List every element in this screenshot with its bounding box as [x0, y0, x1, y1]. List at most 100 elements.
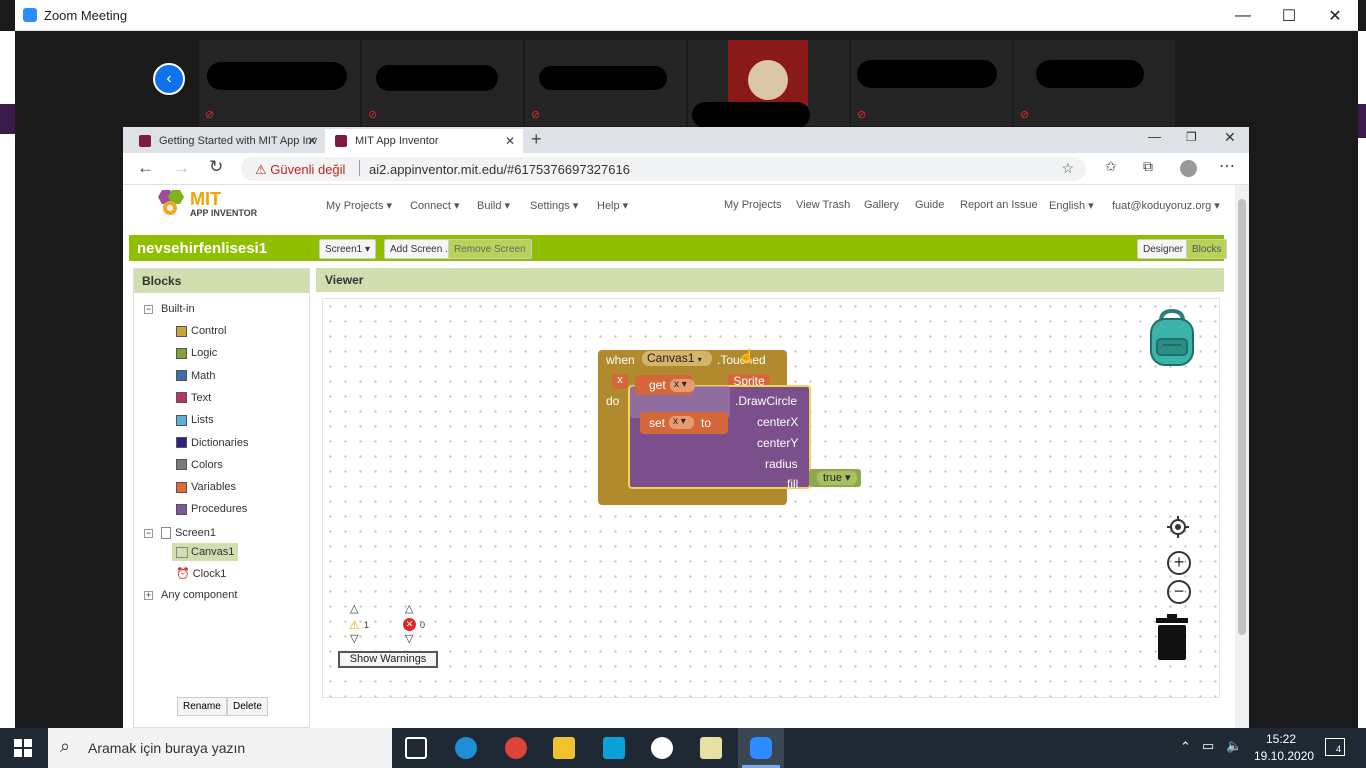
- participant-tile[interactable]: ⊘: [199, 40, 360, 126]
- remove-screen-button[interactable]: Remove Screen: [448, 239, 532, 259]
- tree-clock1[interactable]: ⏰ Clock1: [176, 567, 226, 581]
- collections-icon[interactable]: ⧉: [1143, 158, 1153, 175]
- tree-category-dictionaries[interactable]: Dictionaries: [176, 437, 248, 449]
- clock-date[interactable]: 19.10.2020: [1254, 749, 1314, 763]
- not-secure-label[interactable]: ⚠ Güvenli değil: [255, 162, 345, 178]
- favorite-star-icon[interactable]: ☆: [1061, 160, 1074, 177]
- rename-button[interactable]: Rename: [177, 697, 227, 716]
- link-report-issue[interactable]: Report an Issue: [960, 199, 1038, 211]
- show-warnings-button[interactable]: Show Warnings: [338, 651, 438, 668]
- tree-builtin[interactable]: − Built-in: [144, 303, 195, 315]
- show-hidden-icons[interactable]: ⌃: [1180, 739, 1191, 755]
- favorites-icon[interactable]: ✩: [1105, 158, 1117, 175]
- menu-account[interactable]: fuat@koduyoruz.org ▾: [1112, 199, 1220, 212]
- designer-button[interactable]: Designer: [1137, 239, 1190, 259]
- warning-up-icon[interactable]: △: [350, 602, 358, 615]
- menu-connect[interactable]: Connect ▾: [410, 199, 460, 212]
- collapse-icon[interactable]: −: [144, 528, 153, 538]
- zoom-out-icon[interactable]: −: [1167, 580, 1191, 604]
- tab-getting-started[interactable]: Getting Started with MIT App Inv ✕: [129, 129, 325, 153]
- close-icon[interactable]: ✕: [1312, 0, 1358, 31]
- back-icon[interactable]: ←: [137, 158, 154, 178]
- file-explorer-icon[interactable]: [553, 737, 575, 759]
- chrome-icon[interactable]: [505, 737, 527, 759]
- tree-category-variables[interactable]: Variables: [176, 481, 236, 493]
- blocks-button[interactable]: Blocks: [1186, 239, 1228, 259]
- restore-icon[interactable]: ❐: [1186, 130, 1197, 144]
- panda-app-icon[interactable]: [651, 737, 673, 759]
- blocks-workspace[interactable]: when Canvas1 ▾ .Touched x Sprite do .Dra…: [322, 298, 1220, 698]
- tree-category-colors[interactable]: Colors: [176, 459, 223, 471]
- delete-button[interactable]: Delete: [227, 697, 268, 716]
- menu-settings[interactable]: Settings ▾: [530, 199, 578, 212]
- url-text[interactable]: ai2.appinventor.mit.edu/#617537669732761…: [369, 162, 630, 177]
- app-c-icon[interactable]: [603, 737, 625, 759]
- collapse-icon[interactable]: −: [144, 304, 153, 314]
- edge-icon[interactable]: [455, 737, 477, 759]
- tree-category-control[interactable]: Control: [176, 325, 226, 337]
- trash-icon[interactable]: [1156, 614, 1188, 660]
- scrollbar-thumb[interactable]: [1238, 199, 1246, 635]
- true-dropdown[interactable]: true ▾: [817, 471, 857, 485]
- volume-icon[interactable]: 🔈: [1226, 738, 1242, 754]
- tree-category-text[interactable]: Text: [176, 392, 211, 404]
- set-var-dropdown[interactable]: x ▾: [669, 416, 694, 429]
- windows-start-icon[interactable]: [14, 739, 32, 757]
- tree-category-math[interactable]: Math: [176, 370, 215, 382]
- network-icon[interactable]: ▭: [1202, 738, 1214, 754]
- link-gallery[interactable]: Gallery: [864, 199, 899, 211]
- get-var-dropdown[interactable]: x ▾: [670, 379, 695, 392]
- logic-true-block[interactable]: true ▾: [809, 469, 861, 487]
- participant-tile[interactable]: ⊘: [525, 40, 686, 126]
- tree-screen1[interactable]: − Screen1: [144, 527, 216, 539]
- minimize-icon[interactable]: —: [1220, 0, 1266, 31]
- block-component-dropdown[interactable]: Canvas1 ▾: [642, 351, 712, 366]
- taskbar-search[interactable]: ⌕ Aramak için buraya yazın: [48, 728, 392, 768]
- profile-avatar[interactable]: [1180, 160, 1197, 177]
- close-icon[interactable]: ✕: [1224, 129, 1236, 146]
- warning-down-icon[interactable]: ▽: [350, 632, 358, 645]
- zoom-taskbar-button[interactable]: [738, 728, 784, 768]
- participant-tile[interactable]: ⊘: [362, 40, 523, 126]
- task-view-icon[interactable]: [405, 737, 427, 759]
- chart-app-icon[interactable]: [700, 737, 722, 759]
- backpack-icon[interactable]: [1145, 308, 1199, 367]
- param-x[interactable]: x: [612, 374, 628, 389]
- new-tab-icon[interactable]: +: [531, 129, 542, 150]
- menu-help[interactable]: Help ▾: [597, 199, 628, 212]
- menu-build[interactable]: Build ▾: [477, 199, 510, 212]
- maximize-icon[interactable]: ☐: [1266, 0, 1312, 31]
- minimize-icon[interactable]: —: [1148, 129, 1161, 144]
- page-scrollbar[interactable]: [1235, 185, 1249, 728]
- error-up-icon[interactable]: △: [405, 602, 413, 615]
- tree-canvas1[interactable]: Canvas1: [172, 543, 239, 561]
- link-guide[interactable]: Guide: [915, 199, 944, 211]
- mit-logo-icon[interactable]: [154, 190, 184, 216]
- tree-any-component[interactable]: + Any component: [144, 589, 237, 601]
- tab-close-icon[interactable]: ✕: [505, 134, 515, 148]
- error-down-icon[interactable]: ▽: [405, 632, 413, 645]
- gallery-prev-button[interactable]: ‹: [153, 63, 185, 95]
- tab-close-icon[interactable]: ✕: [307, 134, 317, 148]
- reload-icon[interactable]: ↻: [209, 157, 223, 177]
- address-bar[interactable]: ⚠ Güvenli değil ai2.appinventor.mit.edu/…: [241, 157, 1086, 181]
- menu-language[interactable]: English ▾: [1049, 199, 1094, 212]
- link-view-trash[interactable]: View Trash: [796, 199, 850, 211]
- menu-my-projects[interactable]: My Projects ▾: [326, 199, 392, 212]
- tree-category-procedures[interactable]: Procedures: [176, 503, 247, 515]
- clock-time[interactable]: 15:22: [1254, 732, 1308, 746]
- expand-icon[interactable]: +: [144, 590, 153, 600]
- recenter-icon[interactable]: [1167, 516, 1189, 538]
- forward-icon[interactable]: →: [173, 158, 190, 178]
- tree-category-lists[interactable]: Lists: [176, 414, 214, 426]
- tree-category-logic[interactable]: Logic: [176, 347, 217, 359]
- tab-app-inventor[interactable]: MIT App Inventor ✕: [325, 129, 523, 153]
- zoom-in-icon[interactable]: +: [1167, 551, 1191, 575]
- more-menu-icon[interactable]: ⋯: [1219, 156, 1235, 176]
- participant-tile-video[interactable]: [688, 40, 849, 128]
- screen-select[interactable]: Screen1 ▾: [319, 239, 377, 259]
- link-my-projects[interactable]: My Projects: [724, 199, 781, 211]
- participant-tile[interactable]: ⊘: [851, 40, 1012, 126]
- notification-icon[interactable]: 4: [1325, 738, 1345, 756]
- participant-tile[interactable]: ⊘: [1014, 40, 1175, 126]
